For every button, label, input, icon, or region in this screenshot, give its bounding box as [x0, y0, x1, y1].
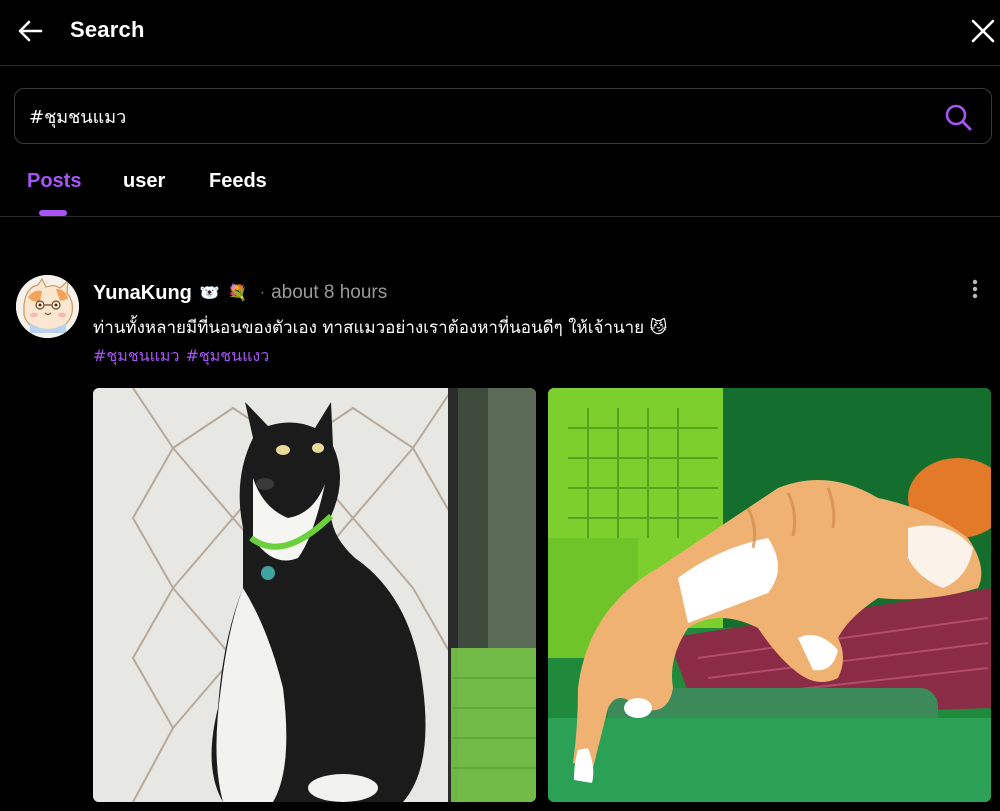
top-bar: Search	[0, 0, 1000, 66]
hashtag-link[interactable]: #ชุมชนแมว	[93, 346, 179, 365]
tab-user[interactable]: user	[123, 170, 165, 193]
tab-posts[interactable]: Posts	[27, 170, 81, 193]
post-timestamp[interactable]: about 8 hours	[271, 282, 387, 304]
search-button[interactable]	[943, 102, 973, 132]
search-icon	[945, 104, 972, 131]
post-text: ท่านทั้งหลายมีที่นอนของตัวเอง ทาสแมวอย่า…	[93, 318, 668, 338]
close-button[interactable]	[968, 14, 998, 48]
post-header: YunaKung 🐻‍❄️ 💐 · about 8 hours	[93, 280, 387, 306]
post-card[interactable]: YunaKung 🐻‍❄️ 💐 · about 8 hours ท่านทั้ง…	[0, 258, 1000, 811]
hashtag-link[interactable]: #ชุมชนแงว	[185, 346, 269, 365]
post-image-1[interactable]	[93, 388, 536, 802]
more-vertical-icon	[972, 279, 978, 299]
avatar[interactable]	[16, 275, 79, 338]
cat-lying-photo	[548, 388, 991, 802]
post-image-2[interactable]	[548, 388, 991, 802]
badge-emoji-1: 🐻‍❄️	[199, 285, 220, 302]
search-box	[14, 88, 992, 144]
arrow-left-icon	[18, 20, 43, 42]
tab-bar: Posts user Feeds	[0, 160, 1000, 217]
separator-dot: ·	[259, 284, 266, 301]
search-input[interactable]	[29, 89, 929, 143]
active-tab-indicator	[39, 210, 67, 216]
badge-emoji-2: 💐	[227, 285, 248, 302]
cat-sitting-photo	[93, 388, 536, 802]
tab-feeds[interactable]: Feeds	[209, 170, 267, 193]
username[interactable]: YunaKung	[93, 282, 192, 305]
page-title: Search	[70, 17, 145, 42]
avatar-cat-illustration	[16, 275, 79, 338]
close-icon	[971, 19, 995, 43]
hashtag-list: #ชุมชนแมว #ชุมชนแงว	[93, 344, 275, 369]
back-button[interactable]	[14, 14, 48, 48]
more-options-button[interactable]	[968, 278, 982, 300]
